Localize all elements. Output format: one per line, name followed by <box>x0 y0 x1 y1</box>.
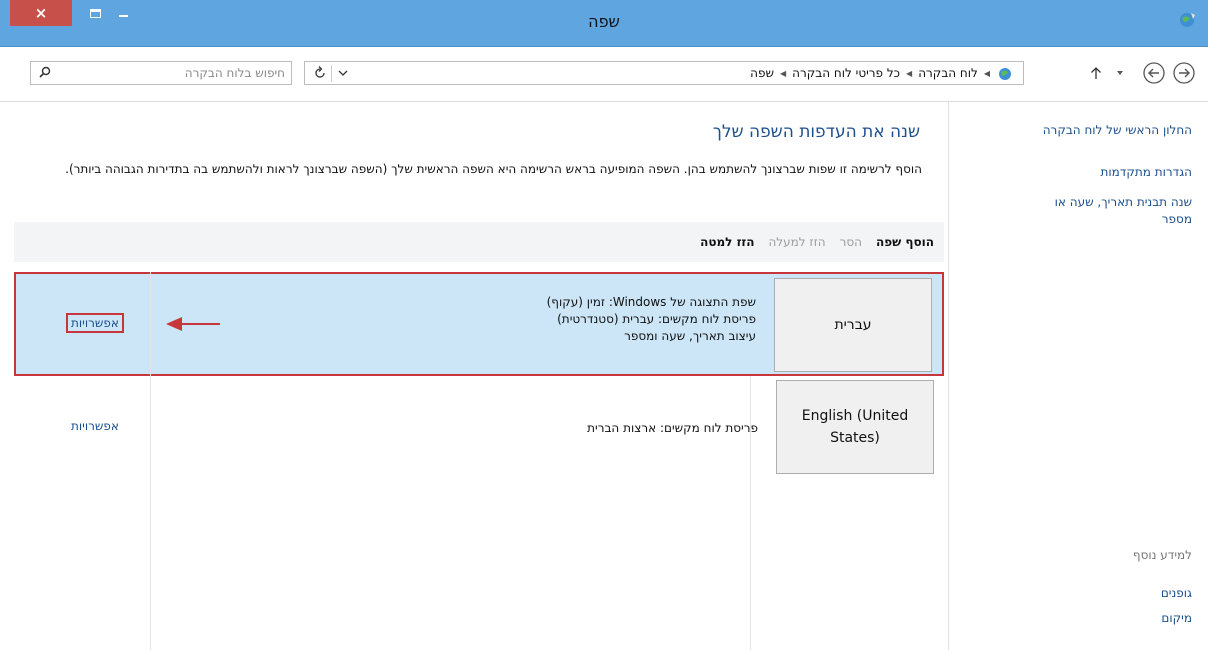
keyboard-layout-text: פריסת לוח מקשים: ארצות הברית <box>587 421 758 435</box>
breadcrumb-language[interactable]: שפה <box>750 66 774 80</box>
move-up-button[interactable]: הזז למעלה <box>768 235 825 249</box>
search-icon <box>39 66 51 78</box>
address-bar[interactable]: ◀ לוח הבקרה ◀ כל פריטי לוח הבקרה ◀ שפה <box>304 61 1024 85</box>
language-toolbar: הוסף שפה הסר הזז למעלה הזז למטה <box>14 222 944 262</box>
keyboard-layout-text: פריסת לוח מקשים: עברית (סטנדרטית) <box>557 312 756 326</box>
side-pane: החלון הראשי של לוח הבקרה הגדרות מתקדמות … <box>948 102 1208 650</box>
options-link[interactable]: אפשרויות <box>66 313 124 333</box>
search-box[interactable] <box>30 61 292 85</box>
fonts-link[interactable]: גופנים <box>1022 585 1192 602</box>
language-list: עברית שפת התצוגה של Windows: זמין (עקוף)… <box>14 272 944 650</box>
refresh-icon[interactable] <box>311 64 329 82</box>
column-divider <box>750 376 751 650</box>
change-date-format-link[interactable]: שנה תבנית תאריך, שעה או מספר <box>1022 194 1192 228</box>
options-link[interactable]: אפשרויות <box>68 418 122 434</box>
history-dropdown-icon[interactable] <box>1114 67 1126 79</box>
main-content: שנה את העדפות השפה שלך הוסף לרשימה זו שפ… <box>0 102 948 650</box>
forward-icon[interactable] <box>1142 61 1166 85</box>
date-format-text: עיצוב תאריך, שעה ומספר <box>624 329 756 343</box>
remove-button[interactable]: הסר <box>840 235 862 249</box>
title-bar: × שפה <box>0 0 1208 47</box>
language-details: שפת התצוגה של Windows: זמין (עקוף) פריסת… <box>547 294 756 345</box>
window-title: שפה <box>588 12 620 31</box>
language-row-hebrew[interactable]: עברית שפת התצוגה של Windows: זמין (עקוף)… <box>14 272 944 376</box>
globe-icon <box>1180 13 1195 27</box>
move-down-button[interactable]: הזז למטה <box>700 235 754 249</box>
chevron-left-icon: ◀ <box>983 68 990 78</box>
back-icon[interactable] <box>1172 61 1196 85</box>
control-panel-home-link[interactable]: החלון הראשי של לוח הבקרה <box>1022 122 1192 139</box>
location-link[interactable]: מיקום <box>1022 610 1192 627</box>
see-also-heading: למידע נוסף <box>1132 548 1192 562</box>
page-title: שנה את העדפות השפה שלך <box>712 122 920 142</box>
column-divider <box>150 272 151 650</box>
page-description: הוסף לרשימה זו שפות שברצונך להשתמש בהן. … <box>65 162 922 176</box>
navigation-bar: ◀ לוח הבקרה ◀ כל פריטי לוח הבקרה ◀ שפה <box>0 47 1208 102</box>
add-language-button[interactable]: הוסף שפה <box>876 235 934 249</box>
language-tile[interactable]: עברית <box>774 278 932 372</box>
chevron-left-icon: ◀ <box>780 68 787 78</box>
breadcrumb-all-items[interactable]: כל פריטי לוח הבקרה <box>792 66 900 80</box>
language-row-english[interactable]: English (United States) פריסת לוח מקשים:… <box>14 376 944 480</box>
breadcrumb: ◀ לוח הבקרה ◀ כל פריטי לוח הבקרה ◀ שפה <box>747 65 1015 81</box>
arrow-left-icon <box>166 317 220 331</box>
address-separator <box>331 65 332 82</box>
up-arrow-icon[interactable] <box>1088 65 1104 81</box>
chevron-left-icon: ◀ <box>906 68 913 78</box>
display-language-text: שפת התצוגה של Windows: זמין (עקוף) <box>546 295 756 309</box>
chevron-down-icon[interactable] <box>335 64 351 82</box>
language-details: פריסת לוח מקשים: ארצות הברית <box>587 420 758 437</box>
control-panel-icon <box>999 68 1011 80</box>
search-input[interactable] <box>57 62 285 84</box>
language-tile[interactable]: English (United States) <box>776 380 934 474</box>
breadcrumb-control-panel[interactable]: לוח הבקרה <box>918 66 978 80</box>
advanced-settings-link[interactable]: הגדרות מתקדמות <box>1022 164 1193 181</box>
